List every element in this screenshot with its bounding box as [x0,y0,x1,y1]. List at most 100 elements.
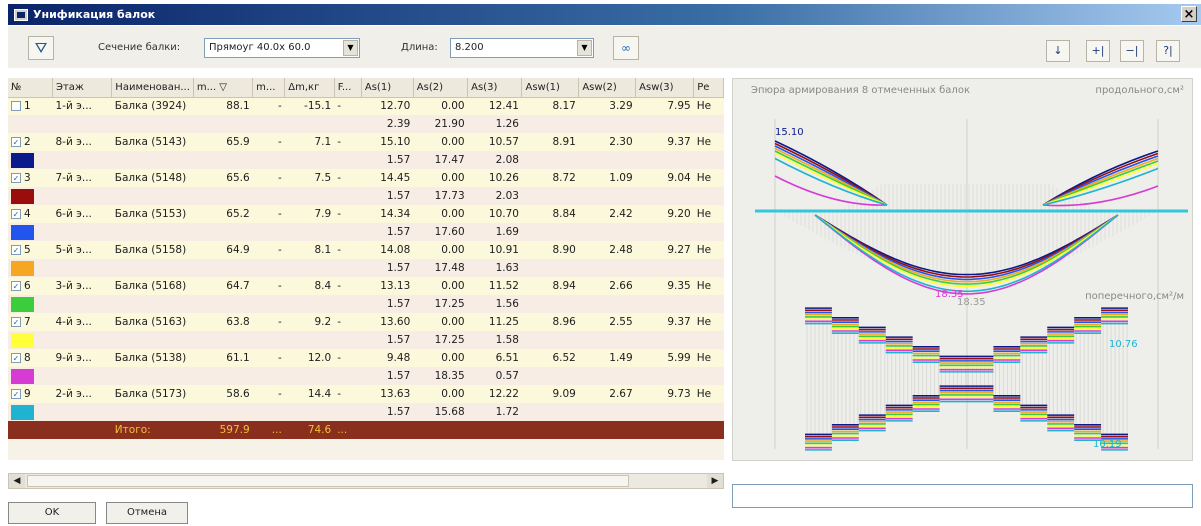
delta-mass-cell: 9.2 [284,313,335,331]
row-checkbox[interactable]: ✓ [11,317,21,327]
add-column-button[interactable]: +| [1086,40,1110,62]
as3-bottom-cell: 2.08 [467,151,522,169]
cancel-button[interactable]: Отмена [106,502,188,524]
empty-cell [521,295,579,313]
empty-cell [252,259,285,277]
chevron-down-icon[interactable]: ▼ [577,40,592,56]
mass2-cell: - [252,313,285,331]
as3-cell: 11.52 [467,277,522,295]
as1-bottom-cell: 1.57 [361,403,414,421]
close-button[interactable]: × [1181,6,1197,22]
table-row[interactable]: ✓ 3 7-й э... Балка (5148) 65.6-7.5-14.45 0.00… [8,169,724,187]
name-cell: Балка (5143) [111,133,194,151]
col-header[interactable]: Наименован... [111,78,194,98]
delta-mass-cell: 14.4 [284,385,335,403]
asw2-cell: 1.09 [578,169,636,187]
as2-bottom-cell: 17.25 [413,331,468,349]
table-row[interactable]: ✓ 4 6-й э... Балка (5153) 65.2-7.9-14.34 0.00… [8,205,724,223]
section-select[interactable]: Прямоуг 40.0x 60.0 ▼ [204,38,360,58]
row-number: 8 [24,352,31,364]
row-checkbox[interactable]: ✓ [11,353,21,363]
remove-column-button[interactable]: −| [1120,40,1144,62]
down-arrow-button[interactable]: ↓ [1046,40,1070,62]
col-header[interactable]: F... [334,78,362,98]
asw3-cell: 9.20 [635,205,694,223]
empty-cell [693,295,724,313]
ok-button[interactable]: OK [8,502,96,524]
scroll-right-icon[interactable]: ▶ [707,474,723,488]
table-row[interactable]: ✓ 8 9-й э... Балка (5138) 61.1-12.0-9.48 0.00… [8,349,724,367]
empty-cell [52,295,112,313]
row-checkbox[interactable]: ✓ [11,137,21,147]
col-header[interactable]: As(3) [467,78,523,98]
color-cell [8,295,53,313]
asw3-cell: 9.27 [635,241,694,259]
longitudinal-unit-label: продольного,см² [1095,85,1184,96]
as3-cell: 10.91 [467,241,522,259]
f-cell: - [334,205,362,223]
mass2-cell: - [252,169,285,187]
as2-bottom-cell: 17.47 [413,151,468,169]
total-label: Итого: [111,421,194,439]
asw3-cell: 7.95 [635,97,694,115]
chevron-down-icon[interactable]: ▼ [343,40,358,56]
row-checkbox[interactable]: ✓ [11,389,21,399]
delta-mass-cell: 8.1 [284,241,335,259]
col-header[interactable]: m... [252,78,286,98]
add-column-icon: +| [1091,44,1105,57]
empty-cell [578,115,636,133]
row-checkbox[interactable]: ✓ [11,281,21,291]
f-cell: - [334,349,362,367]
row-checkbox[interactable] [11,101,21,112]
as2-cell: 0.00 [413,313,468,331]
table-row[interactable]: ✓ 2 8-й э... Балка (5143) 65.9-7.1-15.10 0.00… [8,133,724,151]
as1-bottom-cell: 1.57 [361,367,414,385]
color-cell [8,223,53,241]
row-checkbox[interactable]: ✓ [11,173,21,183]
horizontal-scrollbar[interactable]: ◀ ▶ [8,473,724,489]
row-checkbox[interactable]: ✓ [11,209,21,219]
empty-cell [521,187,579,205]
link-button[interactable]: ∞ [613,36,639,60]
delta-mass-cell: 7.1 [284,133,335,151]
length-select[interactable]: 8.200 ▼ [450,38,594,58]
empty-cell [252,367,285,385]
col-header[interactable]: Δm,кг [284,78,335,98]
help-button[interactable]: ?| [1156,40,1180,62]
empty-cell [635,331,694,349]
table-row[interactable]: 1 1-й э... Балка (3924) 88.1- -15.1-12.70 0.0… [8,97,724,115]
table-row-sub: 1.57 17.60 1.69 [8,223,724,241]
f-cell: - [334,97,362,115]
col-header[interactable]: Asw(1) [521,78,580,98]
col-header[interactable]: Этаж [52,78,113,98]
asw2-cell: 3.29 [578,97,636,115]
empty-cell [111,295,194,313]
mass2-cell: - [252,133,285,151]
col-header[interactable]: As(1) [361,78,414,98]
scroll-thumb[interactable] [27,475,629,487]
as2-bottom-cell: 17.73 [413,187,468,205]
filter-button[interactable]: ⛛ [28,36,54,60]
col-header[interactable]: № [8,78,53,98]
table-row[interactable]: ✓ 9 2-й э... Балка (5173) 58.6-14.4-13.63 0.0… [8,385,724,403]
col-header[interactable]: Ре [693,78,724,98]
row-checkbox[interactable]: ✓ [11,245,21,255]
empty-cell [52,331,112,349]
asw2-cell: 2.42 [578,205,636,223]
as3-bottom-cell: 1.58 [467,331,522,349]
col-header[interactable]: Asw(2) [578,78,637,98]
col-header[interactable]: As(2) [413,78,469,98]
empty-cell [635,187,694,205]
scroll-left-icon[interactable]: ◀ [9,474,25,488]
table-row-sub: 1.57 17.25 1.58 [8,331,724,349]
table-row[interactable]: ✓ 6 3-й э... Балка (5168) 64.7-8.4-13.13 0.00… [8,277,724,295]
table-row[interactable]: ✓ 5 5-й э... Балка (5158) 64.9-8.1-14.08 0.00… [8,241,724,259]
col-header[interactable]: m... ▽ [193,78,254,98]
empty-cell [111,331,194,349]
table-row[interactable]: ✓ 7 4-й э... Балка (5163) 63.8-9.2-13.60 0.00… [8,313,724,331]
f-cell: - [334,241,362,259]
asw1-cell: 8.94 [521,277,579,295]
col-header[interactable]: Asw(3) [635,78,695,98]
asw3-cell: 9.37 [635,133,694,151]
mass2-cell: - [252,241,285,259]
